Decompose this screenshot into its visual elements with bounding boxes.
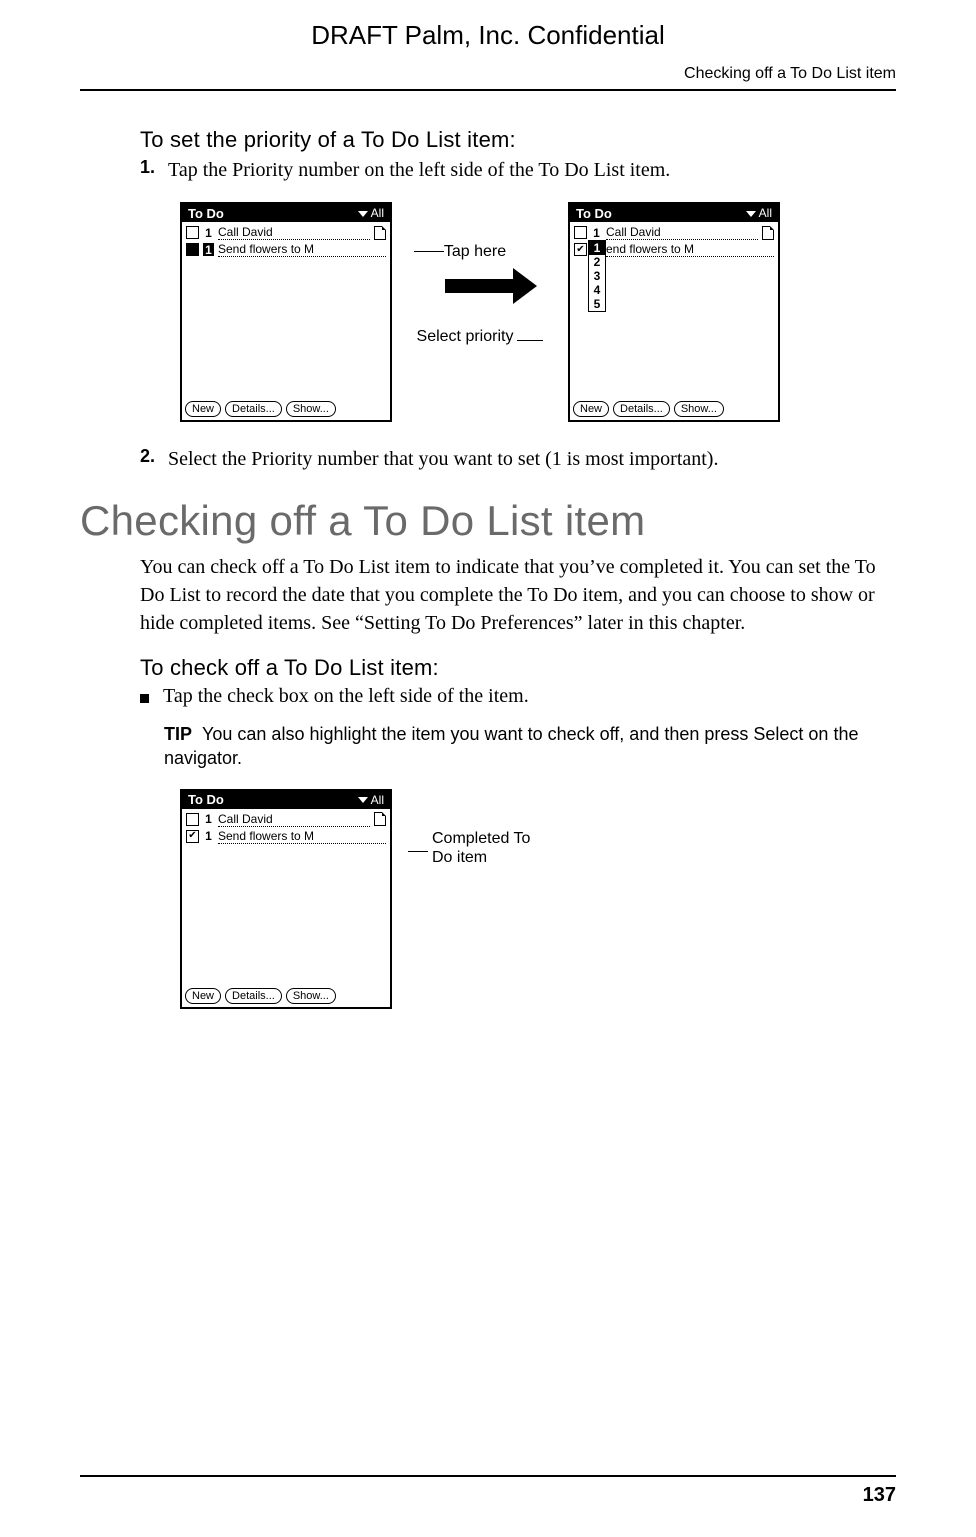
callout-select-priority: Select priority [417, 327, 514, 346]
checkbox[interactable] [186, 243, 199, 256]
priority-number[interactable]: 1 [203, 830, 214, 843]
checkbox-checked[interactable] [574, 243, 587, 256]
bullet-text: Tap the check box on the left side of th… [163, 685, 529, 708]
task-text[interactable]: Send flowers to M [218, 829, 386, 844]
task-text[interactable]: Call David [218, 225, 370, 240]
palm-screen-before: To Do All 1 Call David 1 Send flowers to… [180, 202, 392, 422]
page-number: 137 [863, 1484, 896, 1507]
details-button[interactable]: Details... [225, 401, 282, 417]
bottom-rule [80, 1475, 896, 1477]
checkbox[interactable] [186, 226, 199, 239]
new-button[interactable]: New [185, 401, 221, 417]
running-header: Checking off a To Do List item [80, 65, 896, 89]
priority-option[interactable]: 5 [589, 297, 605, 311]
category-label: All [759, 206, 772, 220]
bullet-icon [140, 694, 149, 703]
priority-number[interactable]: 1 [203, 226, 214, 239]
palm-screen-completed: To Do All 1 Call David 1 Send flowers to… [180, 789, 392, 1009]
details-button[interactable]: Details... [613, 401, 670, 417]
details-button[interactable]: Details... [225, 988, 282, 1004]
priority-number-selected[interactable]: 1 [203, 243, 214, 256]
priority-option[interactable]: 3 [589, 269, 605, 283]
new-button[interactable]: New [185, 988, 221, 1004]
step-text: Select the Priority number that you want… [168, 446, 718, 473]
priority-number[interactable]: 1 [591, 226, 602, 239]
category-label: All [371, 206, 384, 220]
procedure-title-1: To set the priority of a To Do List item… [140, 127, 896, 153]
app-title: To Do [188, 206, 224, 221]
section-paragraph: You can check off a To Do List item to i… [140, 553, 896, 637]
step-text: Tap the Priority number on the left side… [168, 157, 670, 184]
note-icon[interactable] [762, 226, 774, 240]
top-rule [80, 89, 896, 91]
checkbox[interactable] [574, 226, 587, 239]
note-icon[interactable] [374, 812, 386, 826]
callout-completed: Completed To Do item [432, 829, 532, 867]
task-text[interactable]: Call David [606, 225, 758, 240]
priority-option[interactable]: 2 [589, 255, 605, 269]
arrow-icon [445, 279, 515, 293]
tip-paragraph: TIP You can also highlight the item you … [164, 722, 896, 771]
note-icon[interactable] [374, 226, 386, 240]
checkbox[interactable] [186, 813, 199, 826]
callout-tap-here: Tap here [444, 242, 506, 261]
step-number: 2. [140, 446, 168, 473]
task-text[interactable]: Send flowers to M [218, 242, 386, 257]
task-text[interactable]: Call David [218, 812, 370, 827]
figure-checkoff: To Do All 1 Call David 1 Send flowers to… [180, 789, 896, 1009]
tip-text: You can also highlight the item you want… [164, 724, 858, 768]
step-number: 1. [140, 157, 168, 184]
priority-number[interactable]: 1 [203, 813, 214, 826]
show-button[interactable]: Show... [286, 988, 336, 1004]
procedure-title-2: To check off a To Do List item: [140, 655, 896, 681]
checkbox-checked[interactable] [186, 830, 199, 843]
show-button[interactable]: Show... [286, 401, 336, 417]
show-button[interactable]: Show... [674, 401, 724, 417]
app-title: To Do [576, 206, 612, 221]
app-title: To Do [188, 792, 224, 807]
figure-priority: To Do All 1 Call David 1 Send flowers to… [180, 202, 896, 422]
priority-option[interactable]: 4 [589, 283, 605, 297]
section-heading: Checking off a To Do List item [80, 497, 896, 545]
priority-dropdown[interactable]: 1 2 3 4 5 [588, 240, 606, 312]
tip-label: TIP [164, 724, 192, 744]
new-button[interactable]: New [573, 401, 609, 417]
palm-screen-after: To Do All 1 Call David 1 end flowers to … [568, 202, 780, 422]
task-text[interactable]: end flowers to M [606, 242, 774, 257]
priority-option[interactable]: 1 [589, 241, 605, 255]
draft-header: DRAFT Palm, Inc. Confidential [80, 20, 896, 51]
category-label: All [371, 793, 384, 807]
